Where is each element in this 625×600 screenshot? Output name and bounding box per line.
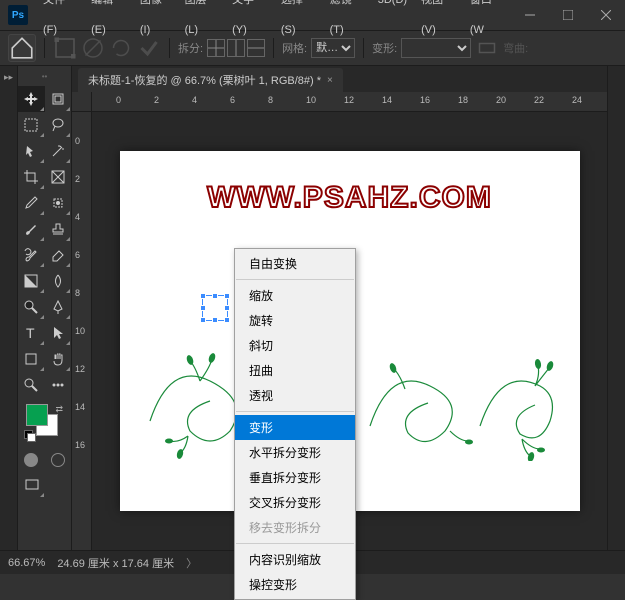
warp-select[interactable] [401,38,471,58]
grid-select[interactable]: 默… [311,38,355,58]
healing-tool[interactable] [45,190,72,216]
stamp-tool[interactable] [45,216,72,242]
ctx-skew[interactable]: 斜切 [235,333,355,358]
warp-label: 变形: [372,40,397,56]
curve-label: 弯曲: [503,40,528,56]
pen-tool[interactable] [45,294,72,320]
eraser-tool[interactable] [45,242,72,268]
split-h-icon[interactable] [247,39,265,57]
zoom-level[interactable]: 66.67% [8,557,45,569]
ctx-scale[interactable]: 缩放 [235,283,355,308]
maximize-button[interactable] [549,0,587,30]
crop-tool[interactable] [18,164,45,190]
tab-close-icon[interactable]: × [327,75,333,86]
artboard-tool[interactable] [45,86,72,112]
warp-orient-icon[interactable] [475,36,499,60]
split-grid-icon[interactable] [207,39,225,57]
home-icon[interactable] [8,34,36,62]
status-chevron-icon[interactable]: 〉 [186,555,197,571]
blur-tool[interactable] [45,268,72,294]
screenmode-tool[interactable] [18,472,45,498]
shape-tool[interactable] [18,346,45,372]
commit-icon[interactable] [137,36,161,60]
transform-ref-icon[interactable] [53,36,77,60]
ruler-vertical[interactable]: 0246810121416 [72,112,92,550]
ctx-rotate[interactable]: 旋转 [235,308,355,333]
move-tool[interactable] [18,86,45,112]
color-swatches[interactable]: ⇄ [22,404,67,444]
split-label: 拆分: [178,40,203,56]
ctx-content-aware-scale[interactable]: 内容识别缩放 [235,547,355,572]
frame-tool[interactable] [45,164,72,190]
path-select-tool[interactable] [45,320,72,346]
ctx-hsplit[interactable]: 水平拆分变形 [235,440,355,465]
lasso-tool[interactable] [45,112,72,138]
ctx-distort[interactable]: 扭曲 [235,358,355,383]
ctx-free-transform[interactable]: 自由变换 [235,251,355,276]
tab-title: 未标题-1-恢复的 @ 66.7% (栗树叶 1, RGB/8#) * [88,72,321,88]
eyedropper-tool[interactable] [18,190,45,216]
toolbox: •• [18,66,72,550]
grid-label: 网格: [282,40,307,56]
document-tab[interactable]: 未标题-1-恢复的 @ 66.7% (栗树叶 1, RGB/8#) * × [78,68,343,92]
ctx-vsplit[interactable]: 垂直拆分变形 [235,465,355,490]
document-tabs: 未标题-1-恢复的 @ 66.7% (栗树叶 1, RGB/8#) * × [72,66,607,92]
edit-toolbar[interactable] [45,372,72,398]
ctx-csplit[interactable]: 交叉拆分变形 [235,490,355,515]
close-button[interactable] [587,0,625,30]
ctx-puppet-warp[interactable]: 操控变形 [235,572,355,597]
standard-mode-icon[interactable] [18,450,45,470]
zoom-tool[interactable] [18,372,45,398]
right-collapse[interactable] [607,66,625,550]
default-colors-icon[interactable] [24,430,36,442]
type-tool[interactable]: T [18,320,45,346]
watermark-text: WWW.PSAHZ.COM [207,181,492,215]
ctx-perspective[interactable]: 透视 [235,383,355,408]
hand-tool[interactable] [45,346,72,372]
gradient-tool[interactable] [18,268,45,294]
dodge-tool[interactable] [18,294,45,320]
brush-tool[interactable] [18,216,45,242]
title-bar: Ps 文件(F) 编辑(E) 图像(I) 图层(L) 文字(Y) 选择(S) 滤… [0,0,625,30]
foreground-swatch[interactable] [26,404,48,426]
svg-text:T: T [26,325,35,341]
ruler-horizontal[interactable]: 024681012141618202224 [92,92,607,111]
doc-dimensions: 24.69 厘米 x 17.64 厘米 [57,555,174,571]
ctx-remove-split: 移去变形拆分 [235,515,355,540]
ctx-warp[interactable]: 变形 [235,415,355,440]
left-collapse[interactable]: ▸▸ [0,66,18,550]
cancel-icon[interactable] [81,36,105,60]
history-brush-tool[interactable] [18,242,45,268]
transform-box[interactable] [202,295,228,321]
minimize-button[interactable] [511,0,549,30]
quick-select-tool[interactable] [18,138,45,164]
context-menu: 自由变换 缩放 旋转 斜切 扭曲 透视 变形 水平拆分变形 垂直拆分变形 交叉拆… [234,248,356,600]
reset-icon[interactable] [109,36,133,60]
swap-colors-icon[interactable]: ⇄ [55,404,63,415]
split-v-icon[interactable] [227,39,245,57]
magic-wand-tool[interactable] [45,138,72,164]
quickmask-mode-icon[interactable] [45,450,72,470]
marquee-tool[interactable] [18,112,45,138]
app-logo: Ps [8,5,28,25]
